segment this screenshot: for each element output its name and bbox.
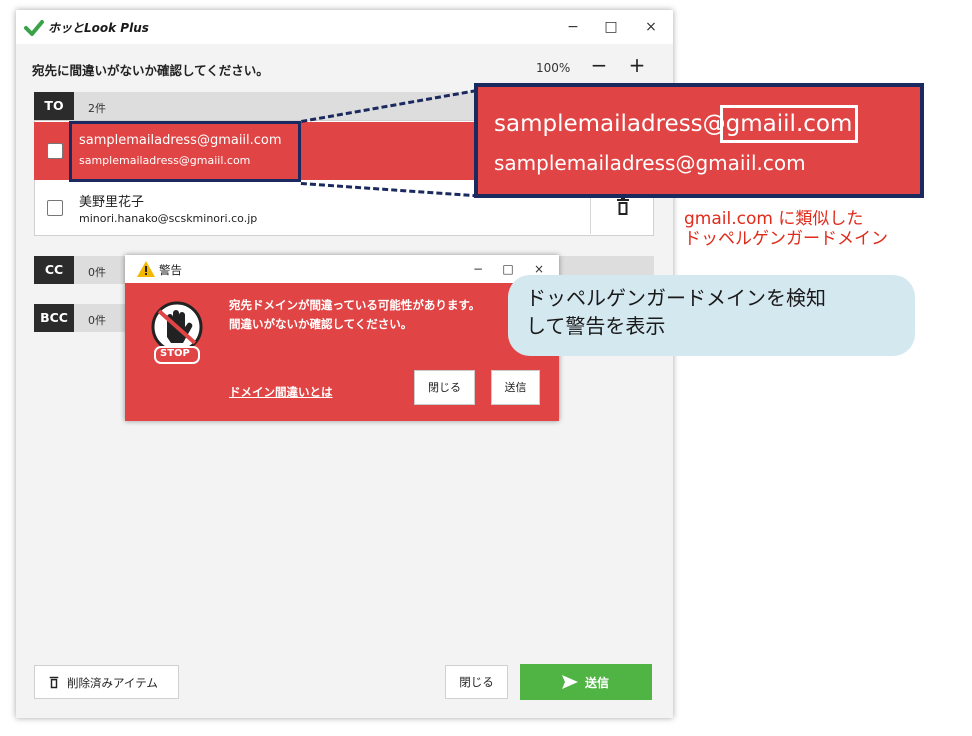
callout-address-prefix: samplemailadress@: [494, 111, 726, 137]
warning-icon: [137, 261, 155, 277]
trash-icon[interactable]: [616, 198, 630, 216]
confirm-prompt: 宛先に間違いがないか確認してください。: [32, 63, 269, 78]
domain-error-help-link[interactable]: ドメイン間違いとは: [229, 384, 333, 400]
deleted-items-label: 削除済みアイテム: [67, 676, 158, 690]
cc-count: 0件: [88, 266, 106, 279]
maximize-button[interactable]: □: [600, 16, 622, 38]
warning-dialog-title-bar: 警告 − □ ×: [125, 255, 559, 283]
zoomed-address-callout: samplemailadress@gmaiil.com samplemailad…: [474, 83, 924, 198]
zoom-out-button[interactable]: −: [588, 53, 610, 77]
callout-lookalike-domain: gmaiil.com: [719, 105, 859, 143]
app-title: ホッとLook Plus: [48, 21, 149, 35]
cc-tag: CC: [34, 256, 74, 284]
lookalike-note-line1: gmail.com に類似した: [684, 209, 864, 229]
app-logo-icon: [24, 20, 44, 36]
bubble-line2: して警告を表示: [526, 314, 666, 338]
warning-dialog: 警告 − □ × STOP 宛先ドメインが間違っている可能性があります。 間違い…: [125, 255, 559, 421]
lookalike-note-line2: ドッペルゲンガードメイン: [684, 229, 888, 249]
send-label: 送信: [585, 676, 610, 690]
deleted-items-button[interactable]: 削除済みアイテム: [34, 665, 179, 699]
callout-address-line1: samplemailadress@gmaiil.com: [494, 105, 859, 143]
callout-address-line2: samplemailadress@gmaiil.com: [494, 151, 806, 175]
trash-icon: [49, 676, 59, 689]
zoom-level: 100%: [536, 61, 571, 75]
title-bar: ホッとLook Plus − □ ×: [16, 10, 673, 44]
to-count: 2件: [88, 102, 106, 115]
recipient-email: minori.hanako@scskminori.co.jp: [79, 212, 258, 225]
send-arrow-icon: [562, 675, 578, 689]
warning-dialog-title: 警告: [159, 263, 182, 277]
bcc-count: 0件: [88, 314, 106, 327]
send-button[interactable]: 送信: [520, 664, 652, 700]
recipient-name: 美野里花子: [79, 195, 145, 210]
dialog-minimize-button[interactable]: −: [467, 258, 489, 280]
recipient-checkbox[interactable]: [47, 200, 63, 216]
dialog-close-button[interactable]: 閉じる: [414, 370, 475, 405]
recipient-checkbox[interactable]: [47, 143, 63, 159]
bcc-tag: BCC: [34, 304, 74, 332]
stop-label: STOP: [160, 348, 190, 359]
minimize-button[interactable]: −: [562, 16, 584, 38]
close-button[interactable]: 閉じる: [445, 665, 508, 699]
close-window-button[interactable]: ×: [640, 16, 662, 38]
warning-message-line1: 宛先ドメインが間違っている可能性があります。: [229, 298, 481, 312]
warning-message-line2: 間違いがないか確認してください。: [229, 317, 413, 331]
suspicious-address-frame: [69, 121, 301, 182]
to-tag: TO: [34, 92, 74, 120]
zoom-in-button[interactable]: +: [626, 53, 648, 77]
dialog-send-button[interactable]: 送信: [491, 370, 540, 405]
explanation-bubble: ドッペルゲンガードメインを検知 して警告を表示: [508, 275, 915, 356]
bubble-line1: ドッペルゲンガードメインを検知: [526, 286, 826, 310]
dialog-maximize-button[interactable]: □: [497, 258, 519, 280]
